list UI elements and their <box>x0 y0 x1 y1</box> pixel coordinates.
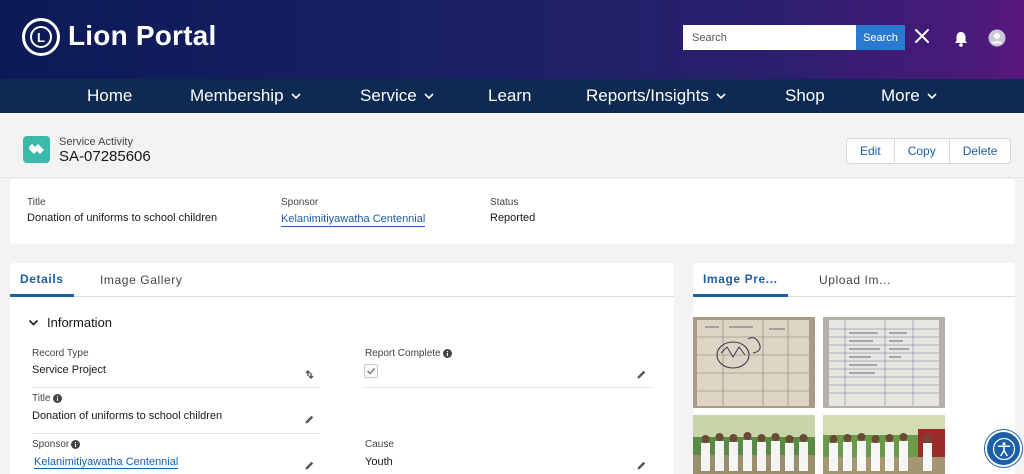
nav-item-label: Reports/Insights <box>586 86 709 105</box>
pencil-icon[interactable] <box>304 460 315 471</box>
field-divider <box>32 433 320 434</box>
field-label-text: Record Type <box>32 348 89 359</box>
nav-item-label: Service <box>360 86 417 105</box>
close-icon[interactable] <box>913 27 931 45</box>
change-record-type-icon[interactable] <box>304 369 315 380</box>
section-title-text: Information <box>47 315 113 330</box>
title-field-value: Donation of uniforms to school children <box>32 410 223 422</box>
handshake-icon <box>23 136 50 163</box>
user-avatar-icon[interactable] <box>988 29 1006 47</box>
record-highlights: Title Donation of uniforms to school chi… <box>10 179 1015 244</box>
nav-item-service[interactable]: Service <box>360 79 435 113</box>
pencil-icon[interactable] <box>636 369 647 380</box>
nav-item-label: Learn <box>488 86 532 105</box>
field-label-text: Title <box>32 393 51 404</box>
chevron-down-icon <box>927 93 937 100</box>
tab-image-gallery[interactable]: Image Gallery <box>100 263 183 297</box>
highlight-status-value: Reported <box>490 212 536 224</box>
lions-logo-icon[interactable]: L <box>22 18 60 56</box>
nav-item-reports-insights[interactable]: Reports/Insights <box>586 79 727 113</box>
checkmark-icon <box>367 368 376 375</box>
main-nav: Home Membership Service Learn Reports/In… <box>0 79 1024 113</box>
record-type-label: Service Activity <box>59 136 133 148</box>
section-information[interactable]: Information <box>28 315 112 330</box>
chevron-down-icon <box>290 93 301 100</box>
nav-item-label: Membership <box>190 86 284 105</box>
chevron-down-icon <box>424 93 434 100</box>
nav-item-label: More <box>881 86 920 105</box>
nav-item-more[interactable]: More <box>881 79 938 113</box>
chevron-down-icon <box>28 319 39 326</box>
highlight-sponsor-link[interactable]: Kelanimitiyawatha Centennial <box>281 213 426 227</box>
field-label-text: Cause <box>365 439 394 450</box>
top-header: L Lion Portal Search <box>0 0 1024 79</box>
chevron-down-icon <box>716 93 726 100</box>
pencil-icon[interactable] <box>304 414 315 425</box>
cause-field-value: Youth <box>365 456 393 468</box>
report-complete-field-label: Report Complete <box>365 348 452 359</box>
title-field-label: Title <box>32 393 62 404</box>
accessibility-button[interactable] <box>985 430 1022 467</box>
nav-item-membership[interactable]: Membership <box>190 79 302 113</box>
nav-item-label: Shop <box>785 86 825 105</box>
handshake-glyph <box>29 144 44 154</box>
field-label-text: Sponsor <box>32 439 70 450</box>
gallery-thumbnail-image[interactable] <box>693 317 815 408</box>
highlight-sponsor-label: Sponsor <box>281 197 319 208</box>
search-button[interactable]: Search <box>856 25 905 50</box>
record-actions: Edit Copy Delete <box>846 138 1012 164</box>
details-card: Details Image Gallery Information Record… <box>10 263 674 474</box>
gallery-tabs: Image Pre... Upload Im... <box>693 263 1015 297</box>
brand-title[interactable]: Lion Portal <box>68 20 216 52</box>
record-type-field-label: Record Type <box>32 348 89 359</box>
tab-image-preview[interactable]: Image Pre... <box>693 263 788 297</box>
report-complete-checkbox <box>364 364 378 378</box>
gallery-thumbnail-image[interactable] <box>693 415 815 474</box>
record-name: SA-07285606 <box>59 148 151 165</box>
info-icon[interactable] <box>442 349 452 358</box>
cause-field-label: Cause <box>365 439 394 450</box>
field-divider <box>364 387 652 388</box>
record-header: Service Activity SA-07285606 Edit Copy D… <box>0 113 1024 178</box>
tab-details[interactable]: Details <box>10 263 74 297</box>
info-icon[interactable] <box>71 440 81 449</box>
sponsor-field-label: Sponsor <box>32 439 81 450</box>
info-icon[interactable] <box>52 394 62 403</box>
highlight-status-label: Status <box>490 197 519 208</box>
gallery-thumbnail-image[interactable] <box>823 415 945 474</box>
pencil-icon[interactable] <box>636 460 647 471</box>
accessibility-icon <box>992 437 1015 460</box>
search-input[interactable] <box>683 25 856 50</box>
logo-letter: L <box>30 26 52 48</box>
field-label-text: Report Complete <box>365 348 441 359</box>
tab-upload-image[interactable]: Upload Im... <box>819 263 891 297</box>
details-tabs: Details Image Gallery <box>10 263 674 297</box>
image-gallery-card: Image Pre... Upload Im... <box>693 263 1015 474</box>
field-divider <box>32 387 320 388</box>
highlight-title-label: Title <box>27 197 46 208</box>
bell-icon[interactable] <box>952 30 970 48</box>
highlight-title-value: Donation of uniforms to school children <box>27 212 218 224</box>
record-type-field-value: Service Project <box>32 364 106 376</box>
sponsor-field-link[interactable]: Kelanimitiyawatha Centennial <box>34 456 179 469</box>
gallery-thumbnail-image[interactable] <box>823 317 945 408</box>
nav-item-label: Home <box>87 86 133 105</box>
nav-item-shop[interactable]: Shop <box>785 79 825 113</box>
copy-button[interactable]: Copy <box>895 139 950 163</box>
delete-button[interactable]: Delete <box>950 139 1011 163</box>
nav-item-home[interactable]: Home <box>87 79 132 113</box>
edit-button[interactable]: Edit <box>847 139 895 163</box>
nav-item-learn[interactable]: Learn <box>488 79 531 113</box>
